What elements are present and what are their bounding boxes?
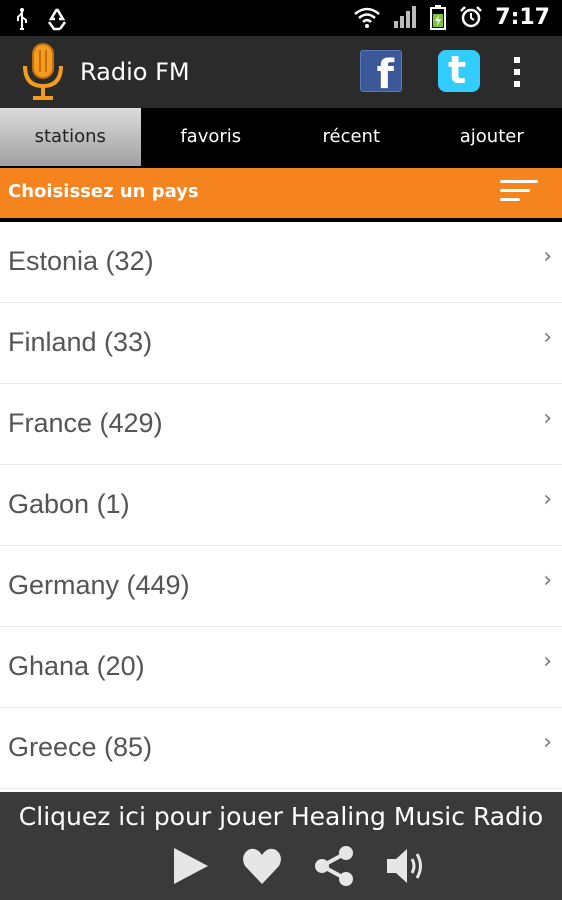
tab-favoris[interactable]: favoris [141, 108, 282, 166]
signal-icon [394, 6, 417, 28]
recycle-icon [47, 8, 67, 31]
app-action-bar: Radio FM f t [0, 36, 562, 108]
list-item-ghana[interactable]: Ghana (20) › [0, 627, 562, 708]
overflow-menu-icon[interactable] [505, 54, 529, 94]
chevron-right-icon: › [543, 487, 552, 512]
sort-icon[interactable] [500, 180, 538, 208]
list-item-label: Ghana (20) [8, 651, 145, 681]
list-item-label: Estonia (32) [8, 246, 154, 276]
tab-recent[interactable]: récent [281, 108, 422, 166]
chevron-right-icon: › [543, 568, 552, 593]
country-header: Choisissez un pays [0, 168, 562, 218]
facebook-icon[interactable]: f [360, 50, 402, 98]
country-header-title: Choisissez un pays [8, 181, 199, 202]
list-item-gabon[interactable]: Gabon (1) › [0, 465, 562, 546]
list-item-estonia[interactable]: Estonia (32) › [0, 222, 562, 303]
chevron-right-icon: › [543, 649, 552, 674]
list-item-germany[interactable]: Germany (449) › [0, 546, 562, 627]
chevron-right-icon: › [543, 406, 552, 431]
tab-bar: stations favoris récent ajouter [0, 108, 562, 166]
battery-icon [430, 5, 447, 30]
list-item-label: Gabon (1) [8, 489, 130, 519]
list-item-label: Finland (33) [8, 327, 153, 357]
twitter-letter: t [448, 50, 467, 92]
twitter-icon[interactable]: t [438, 50, 480, 92]
play-icon[interactable] [168, 844, 212, 888]
list-item-label: Greece (85) [8, 732, 153, 762]
app-title: Radio FM [80, 58, 190, 86]
status-time: 7:17 [495, 4, 550, 30]
heart-icon[interactable] [240, 844, 284, 888]
status-bar: 7:17 [0, 0, 562, 36]
country-list: Estonia (32) › Finland (33) › France (42… [0, 222, 562, 792]
microphone-icon [23, 43, 63, 100]
player-prompt[interactable]: Cliquez ici pour jouer Healing Music Rad… [0, 802, 562, 831]
tab-ajouter[interactable]: ajouter [422, 108, 562, 166]
facebook-letter: f [376, 52, 394, 98]
usb-icon [17, 8, 27, 30]
alarm-icon [460, 6, 483, 28]
player-controls [168, 844, 428, 888]
chevron-right-icon: › [543, 244, 552, 269]
list-item-greece[interactable]: Greece (85) › [0, 708, 562, 789]
chevron-right-icon: › [543, 325, 552, 350]
status-left-icons [14, 6, 70, 32]
status-right-icons: 7:17 [353, 4, 550, 30]
list-item-finland[interactable]: Finland (33) › [0, 303, 562, 384]
list-item-france[interactable]: France (429) › [0, 384, 562, 465]
wifi-icon [354, 7, 381, 28]
list-item-label: France (429) [8, 408, 163, 438]
volume-icon[interactable] [384, 844, 428, 888]
tab-stations[interactable]: stations [0, 108, 141, 166]
chevron-right-icon: › [543, 730, 552, 755]
list-item-label: Germany (449) [8, 570, 190, 600]
share-icon[interactable] [312, 844, 356, 888]
player-bar[interactable]: Cliquez ici pour jouer Healing Music Rad… [0, 792, 562, 900]
